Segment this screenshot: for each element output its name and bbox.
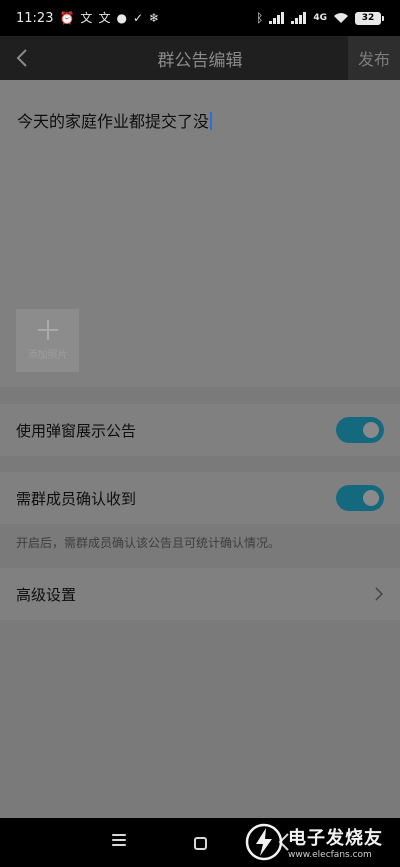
- popup-toggle[interactable]: [336, 417, 384, 443]
- advanced-settings-row[interactable]: 高级设置: [0, 568, 400, 620]
- battery-level: 32: [355, 11, 381, 25]
- status-right: ᛒ 4G 32: [256, 11, 384, 25]
- back-button[interactable]: [6, 42, 38, 74]
- network-label: 4G: [313, 13, 327, 23]
- status-left: 11:23 ⏰ 文 文 ● ✓ ❄: [16, 11, 159, 26]
- announcement-text: 今天的家庭作业都提交了没: [17, 112, 210, 131]
- snowflake-icon: ❄: [149, 11, 160, 25]
- signal-icon: [291, 12, 307, 24]
- bluetooth-icon: ᛒ: [256, 11, 264, 25]
- chevron-left-icon: [16, 49, 27, 67]
- toggle-knob: [363, 490, 379, 506]
- alarm-icon: ⏰: [59, 11, 75, 25]
- watermark: 电子发烧友 www.elecfans.com: [244, 821, 394, 863]
- status-time: 11:23: [16, 10, 54, 26]
- add-photo-label: 添加照片: [27, 350, 68, 361]
- publish-button[interactable]: 发布: [347, 36, 400, 80]
- menu-icon[interactable]: [112, 832, 126, 848]
- confirm-setting-row: 需群成员确认收到: [0, 472, 400, 524]
- watermark-texts: 电子发烧友 www.elecfans.com: [288, 824, 383, 860]
- menu-line: [112, 844, 126, 846]
- toggle-knob: [363, 422, 379, 438]
- watermark-logo-icon: [245, 823, 283, 861]
- wifi-icon: [334, 13, 348, 23]
- watermark-url: www.elecfans.com: [288, 850, 372, 860]
- plus-icon: [37, 320, 58, 340]
- chevron-right-icon: [375, 587, 384, 601]
- status-bar: 11:23 ⏰ 文 文 ● ✓ ❄ ᛒ 4G 32: [0, 0, 400, 36]
- nav-bar: 群公告编辑 发布: [0, 36, 400, 80]
- content-area: 今天的家庭作业都提交了没 添加照片 使用弹窗展示公告 需群成员确认收到 开启后，…: [0, 80, 400, 818]
- screen: 11:23 ⏰ 文 文 ● ✓ ❄ ᛒ 4G 32 群公告编辑 发布 今天的家庭…: [0, 0, 400, 867]
- translate-icon: 文: [80, 11, 93, 25]
- check-icon: ✓: [132, 11, 143, 25]
- announcement-editor[interactable]: 今天的家庭作业都提交了没 添加照片: [0, 80, 400, 387]
- battery-icon: 32: [355, 11, 384, 25]
- confirm-setting-label: 需群成员确认收到: [16, 489, 137, 508]
- watermark-name: 电子发烧友: [288, 828, 383, 849]
- advanced-settings-label: 高级设置: [16, 585, 77, 604]
- add-photo-button[interactable]: 添加照片: [16, 309, 79, 372]
- popup-setting-row: 使用弹窗展示公告: [0, 404, 400, 456]
- home-icon[interactable]: [194, 837, 207, 850]
- battery-tip: [382, 15, 384, 21]
- confirm-hint: 开启后，需群成员确认该公告且可统计确认情况。: [16, 536, 281, 550]
- system-nav-bar: 电子发烧友 www.elecfans.com: [0, 818, 400, 867]
- menu-line: [112, 834, 126, 836]
- popup-setting-label: 使用弹窗展示公告: [16, 421, 137, 440]
- confirm-toggle[interactable]: [336, 485, 384, 511]
- menu-line: [112, 839, 126, 841]
- text-caret: [210, 112, 212, 130]
- announcement-text-wrap: 今天的家庭作业都提交了没: [17, 108, 212, 132]
- app-icon: ●: [116, 11, 127, 25]
- signal-icon: [269, 12, 285, 24]
- page-title: 群公告编辑: [157, 50, 243, 71]
- translate-icon: 文: [98, 11, 111, 25]
